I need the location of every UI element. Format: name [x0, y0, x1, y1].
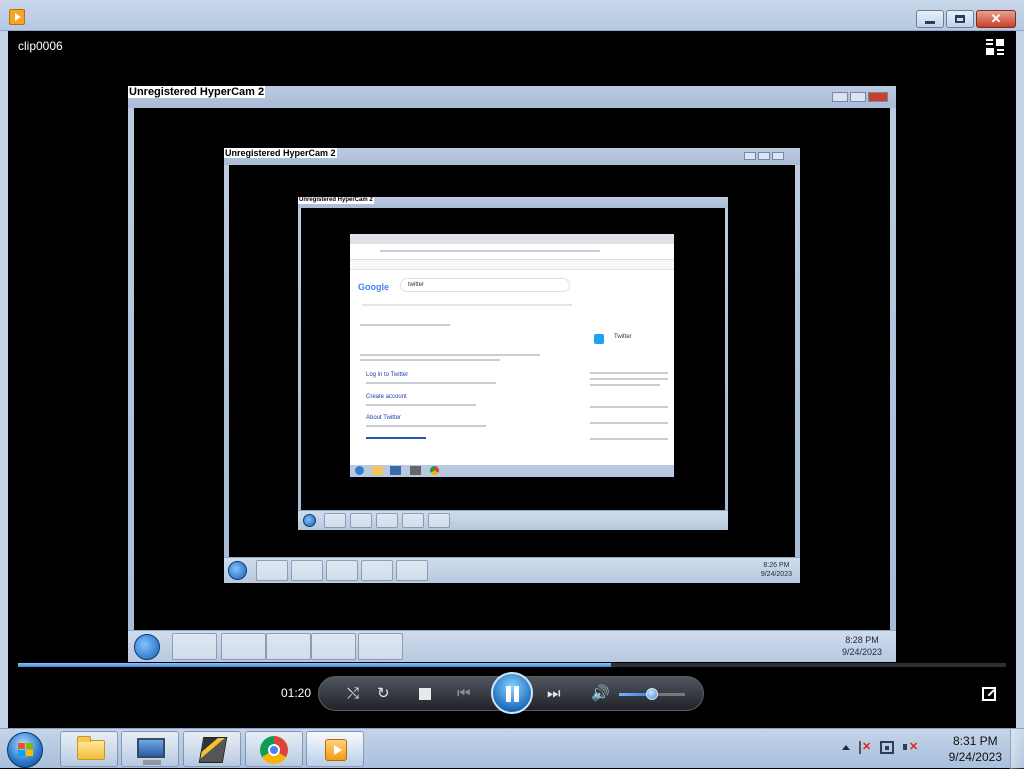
- player-area: clip0006 Unregistered HyperCam 2 Unregis…: [8, 31, 1016, 728]
- taskbar-media-player[interactable]: [306, 731, 364, 767]
- next-icon[interactable]: ⏭: [547, 686, 561, 701]
- action-center-icon[interactable]: [859, 741, 871, 754]
- recorded-browser-page: Google twitter Log in to Twitter Create …: [350, 234, 674, 477]
- recorded-clock-2-time: 8:26 PM: [763, 562, 790, 569]
- playback-controls: ⤭ ↻ ⏮ ⏭ 🔊: [318, 672, 704, 714]
- minimize-button[interactable]: [916, 10, 944, 28]
- fullscreen-icon[interactable]: [982, 687, 996, 701]
- repeat-icon[interactable]: ↻: [377, 686, 390, 701]
- recorded-clock-1-date: 9/24/2023: [841, 647, 882, 657]
- shuffle-icon[interactable]: ⤭: [347, 686, 359, 701]
- start-button[interactable]: [7, 732, 43, 768]
- recorded-window-content: Unregistered HyperCam 2 Unregistered Hyp…: [134, 108, 890, 630]
- stop-icon[interactable]: [419, 688, 431, 700]
- recorded-window-2-frame-left: [224, 165, 229, 557]
- taskbar-clock[interactable]: 8:31 PM 9/24/2023: [949, 733, 1002, 765]
- clock-time: 8:31 PM: [952, 734, 998, 748]
- recorded-taskbar-3: [298, 510, 728, 530]
- recorded-window-3-frame-right: [725, 208, 728, 510]
- video-frame[interactable]: Unregistered HyperCam 2 Unregistered Hyp…: [128, 86, 896, 662]
- show-desktop-button[interactable]: [1010, 729, 1024, 769]
- clip-title: clip0006: [18, 39, 63, 53]
- windows-logo-icon: [18, 743, 33, 757]
- recorded-clock-1-time: 8:28 PM: [845, 635, 879, 645]
- window-frame-right: [1016, 31, 1024, 728]
- seek-bar[interactable]: [18, 663, 1006, 667]
- chrome-icon: [260, 736, 288, 764]
- media-player-icon: [325, 739, 347, 761]
- taskbar-explorer[interactable]: [60, 731, 118, 767]
- maximize-button[interactable]: [946, 10, 974, 28]
- taskbar-hypercam[interactable]: [183, 731, 241, 767]
- pause-icon-bar: [514, 686, 519, 702]
- previous-icon[interactable]: ⏮: [457, 686, 471, 701]
- recorded-window-3-title: Unregistered HyperCam 2: [298, 197, 374, 204]
- knowledge-panel-title: Twitter: [614, 334, 632, 340]
- pause-button[interactable]: [491, 672, 533, 714]
- hypercam-icon: [198, 737, 228, 763]
- minimize-icon: [925, 20, 935, 24]
- remote-desktop-icon: [137, 738, 165, 765]
- recorded-window-2-frame-right: [795, 165, 800, 557]
- taskbar-chrome[interactable]: [245, 731, 303, 767]
- result-2: Create account: [366, 394, 407, 400]
- recorded-frame-right: [890, 108, 896, 630]
- recorded-window-controls: [830, 92, 888, 102]
- network-icon[interactable]: [880, 741, 894, 754]
- result-3: About Twitter: [366, 415, 401, 421]
- windows-taskbar: 8:31 PM 9/24/2023: [0, 728, 1024, 769]
- pause-icon: [506, 686, 511, 702]
- system-tray: [842, 741, 926, 754]
- volume-muted-icon[interactable]: [903, 741, 918, 754]
- clock-date: 9/24/2023: [948, 750, 1002, 764]
- volume-icon[interactable]: 🔊: [591, 686, 610, 701]
- close-icon: ✕: [990, 11, 1002, 26]
- elapsed-time: 01:20: [281, 686, 312, 700]
- close-button[interactable]: ✕: [976, 10, 1016, 28]
- show-hidden-icons[interactable]: [842, 745, 850, 750]
- window-frame-left: [0, 31, 8, 728]
- volume-slider-thumb[interactable]: [646, 688, 658, 700]
- recorded-clock-2-date: 9/24/2023: [760, 571, 792, 578]
- recorded-taskbar-1: 8:28 PM 9/24/2023: [128, 630, 896, 662]
- recorded-window-title: Unregistered HyperCam 2: [128, 86, 266, 98]
- maximize-icon: [955, 15, 965, 23]
- recorded-window-3-frame-left: [298, 208, 301, 510]
- window-title-bar[interactable]: ✕: [0, 0, 1024, 31]
- search-query: twitter: [408, 282, 425, 288]
- switch-to-library-icon[interactable]: [986, 39, 1004, 55]
- google-logo: Google: [358, 282, 389, 292]
- folder-icon: [77, 736, 105, 760]
- recorded-window-2-controls: [742, 152, 784, 160]
- window-controls: ✕: [914, 10, 1016, 28]
- recorded-taskbar-2: 8:26 PM 9/24/2023: [224, 557, 800, 583]
- recorded-window-2-title: Unregistered HyperCam 2: [224, 148, 337, 158]
- taskbar-remote-desktop[interactable]: [121, 731, 179, 767]
- result-1: Log in to Twitter: [366, 372, 409, 378]
- media-player-app-icon[interactable]: [9, 9, 25, 25]
- seek-progress: [18, 663, 611, 667]
